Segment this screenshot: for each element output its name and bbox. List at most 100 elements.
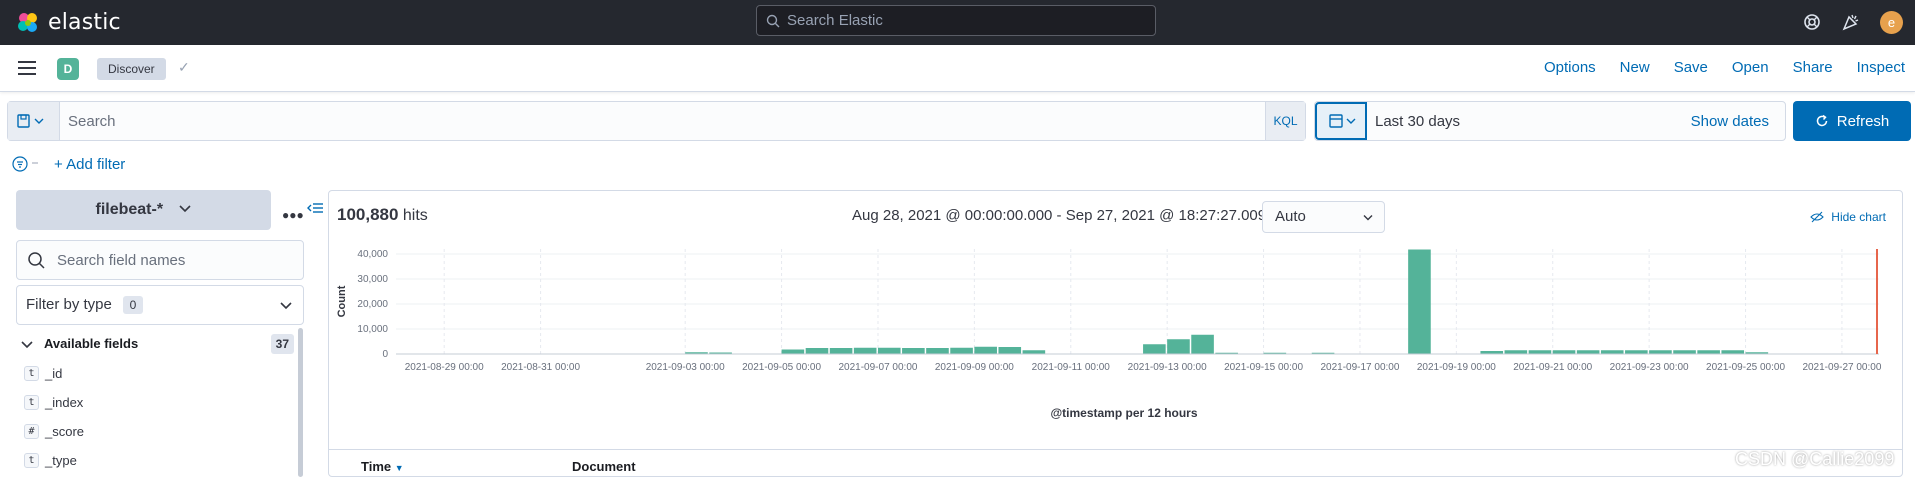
elastic-logo[interactable]: elastic <box>16 10 121 35</box>
menu-icon[interactable] <box>18 61 36 75</box>
histogram-bar <box>998 347 1022 354</box>
index-pattern-label: filebeat-* <box>95 201 164 218</box>
save-link[interactable]: Save <box>1674 59 1708 76</box>
x-tick-label: 2021-09-17 00:00 <box>1320 362 1399 373</box>
field-item[interactable]: # _score <box>24 420 84 442</box>
histogram-bar <box>1721 350 1745 354</box>
histogram-bar <box>926 348 949 354</box>
hide-chart-label: Hide chart <box>1831 210 1886 224</box>
interval-select[interactable]: Auto <box>1262 201 1385 233</box>
y-tick-label: 0 <box>382 349 388 360</box>
available-fields-label: Available fields <box>44 336 139 351</box>
eye-closed-icon <box>1810 211 1824 223</box>
x-tick-label: 2021-09-05 00:00 <box>742 362 821 373</box>
histogram-bar <box>950 347 973 354</box>
top-nav-links: Options New Save Open Share Inspect <box>1520 59 1905 76</box>
histogram-bar <box>1408 249 1431 354</box>
document-table-header: Time ▼ Document <box>329 449 1902 477</box>
news-feed-icon[interactable] <box>1841 12 1861 32</box>
elastic-logo-icon <box>18 12 37 32</box>
global-search[interactable] <box>756 5 1156 36</box>
x-axis-label: @timestamp per 12 hours <box>1050 406 1197 420</box>
more-options-icon[interactable]: ●●● <box>282 208 304 222</box>
refresh-button[interactable]: Refresh <box>1793 101 1911 141</box>
new-link[interactable]: New <box>1620 59 1650 76</box>
available-fields-toggle[interactable]: Available fields 37 <box>16 332 298 358</box>
filter-by-type-label: Filter by type <box>26 296 112 313</box>
x-tick-label: 2021-09-11 00:00 <box>1032 362 1111 373</box>
saved-query-button[interactable] <box>8 102 60 140</box>
calendar-icon <box>1329 114 1356 128</box>
string-type-icon: t <box>24 365 39 381</box>
histogram-bar <box>1143 344 1166 354</box>
query-bar: KQL <box>7 101 1306 141</box>
histogram-bar <box>877 347 901 354</box>
add-filter-button[interactable]: + Add filter <box>54 156 125 173</box>
field-name: _id <box>45 365 63 381</box>
chevron-down-icon <box>178 205 191 213</box>
histogram-bar <box>1504 350 1528 354</box>
field-item[interactable]: t _type <box>24 449 77 471</box>
string-type-icon: t <box>24 394 39 410</box>
histogram-bar <box>829 348 853 354</box>
histogram-bar <box>974 346 997 354</box>
time-range-label[interactable]: Last 30 days <box>1375 113 1460 130</box>
refresh-label: Refresh <box>1836 112 1890 130</box>
filter-options-icon[interactable] <box>10 154 40 174</box>
x-tick-label: 2021-09-15 00:00 <box>1224 362 1303 373</box>
quick-menu-button[interactable] <box>1315 102 1367 140</box>
sidebar-scrollbar[interactable] <box>298 328 303 477</box>
histogram-bar <box>1552 350 1576 354</box>
collapse-sidebar-icon[interactable] <box>306 200 324 216</box>
global-search-input[interactable] <box>787 6 1147 35</box>
show-dates-link[interactable]: Show dates <box>1691 113 1769 130</box>
histogram-bar <box>1697 350 1720 354</box>
x-tick-label: 2021-09-23 00:00 <box>1610 362 1689 373</box>
field-name: _score <box>45 423 85 439</box>
check-icon: ✓ <box>178 59 190 75</box>
x-tick-label: 2021-09-03 00:00 <box>646 362 725 373</box>
search-icon <box>28 252 45 269</box>
chevron-down-icon <box>1363 215 1373 221</box>
chevron-down-icon <box>280 302 292 310</box>
field-search[interactable] <box>16 240 304 280</box>
time-column-header[interactable]: Time ▼ <box>361 459 404 474</box>
histogram-bar <box>1673 350 1696 354</box>
chevron-down-icon <box>21 341 33 349</box>
available-fields-count: 37 <box>270 334 294 354</box>
y-tick-label: 20,000 <box>357 299 388 310</box>
y-axis-label: Count <box>336 285 348 317</box>
hide-chart-button[interactable]: Hide chart <box>1810 210 1886 224</box>
date-picker: Last 30 days Show dates <box>1314 101 1786 141</box>
x-tick-label: 2021-09-09 00:00 <box>935 362 1014 373</box>
field-search-input[interactable] <box>57 241 297 279</box>
discover-sidebar: filebeat-* ●●● Filter by type 0 Availabl… <box>16 190 323 477</box>
x-tick-label: 2021-09-27 00:00 <box>1802 362 1881 373</box>
field-item[interactable]: t _id <box>24 362 62 384</box>
document-column-header: Document <box>572 459 636 474</box>
index-pattern-selector[interactable]: filebeat-* <box>16 190 271 230</box>
help-icon[interactable] <box>1802 12 1822 32</box>
x-tick-label: 2021-08-29 00:00 <box>405 362 484 373</box>
filter-by-type-button[interactable]: Filter by type 0 <box>16 285 304 325</box>
x-tick-label: 2021-09-19 00:00 <box>1417 362 1496 373</box>
watermark: CSDN @Callie2099 <box>1735 449 1895 469</box>
options-link[interactable]: Options <box>1544 59 1596 76</box>
histogram-chart: 0 10,000 20,000 30,000 40,000 2021-08-29 00:0… <box>336 249 1882 420</box>
time-range-text: Aug 28, 2021 @ 00:00:00.000 - Sep 27, 20… <box>852 207 1267 224</box>
histogram-bar <box>902 348 925 354</box>
query-language-button[interactable]: KQL <box>1265 102 1305 140</box>
query-input[interactable] <box>68 102 1168 140</box>
space-avatar[interactable]: D <box>57 58 79 80</box>
inspect-link[interactable]: Inspect <box>1857 59 1905 76</box>
x-tick-label: 2021-09-13 00:00 <box>1128 362 1207 373</box>
histogram-bar <box>1191 334 1214 354</box>
x-tick-label: 2021-09-25 00:00 <box>1706 362 1785 373</box>
number-type-icon: # <box>24 423 39 439</box>
x-tick-label: 2021-09-21 00:00 <box>1513 362 1592 373</box>
share-link[interactable]: Share <box>1793 59 1833 76</box>
filter-row: + Add filter <box>10 152 125 176</box>
open-link[interactable]: Open <box>1732 59 1769 76</box>
user-avatar[interactable]: e <box>1880 11 1903 34</box>
field-item[interactable]: t _index <box>24 391 83 413</box>
